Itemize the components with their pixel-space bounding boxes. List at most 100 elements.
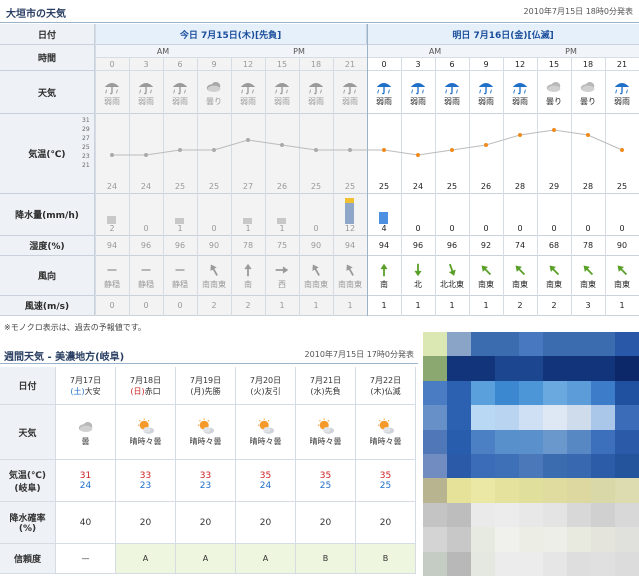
sun-cloud-icon (377, 417, 395, 436)
row-label-weather: 天気 (0, 71, 95, 114)
advertisement-image[interactable] (423, 332, 639, 576)
day-header-tomorrow[interactable]: 明日 7月16日(金)[仏滅] (367, 24, 639, 45)
temperature-point (416, 153, 420, 157)
hour-cell: 18 (299, 58, 333, 71)
weekly-pop-cell: 20 (356, 502, 416, 544)
ad-tile (471, 502, 495, 528)
ad-tile (447, 502, 471, 528)
wind-arrow-icon (239, 261, 257, 279)
humidity-cell: 92 (469, 236, 503, 256)
ad-tile (591, 356, 615, 381)
label-subtext: (%) (18, 524, 37, 534)
ad-tile (615, 502, 639, 528)
precip-cell: 0 (537, 194, 571, 236)
row-label-time: 時間 (0, 45, 95, 71)
precip-bar (107, 216, 116, 224)
weekly-weather-text: 晴時々曇 (369, 436, 402, 446)
cloud-icon (205, 78, 223, 96)
ad-tile (567, 380, 591, 406)
hour-cell: 9 (469, 58, 503, 71)
weekly-date-cell[interactable]: 7月17日 (土)大安 (56, 367, 116, 405)
ad-tile (615, 332, 639, 357)
weather-cell: 弱雨 (605, 71, 639, 114)
label-subtext: (岐阜) (14, 483, 41, 494)
ad-tile (543, 527, 567, 552)
umbrella-rain-icon (341, 78, 359, 96)
ad-tile (519, 527, 543, 552)
weekly-date-cell[interactable]: 7月21日 (水)先負 (296, 367, 356, 405)
weekly-date: 7月18日 (129, 375, 162, 385)
ad-tile (447, 380, 471, 406)
humidity-cell: 90 (197, 236, 231, 256)
wind-arrow-icon (273, 261, 291, 279)
ad-tile (447, 429, 471, 454)
weekly-reliability-cell: A (116, 544, 176, 574)
weather-cell: 曇り (571, 71, 605, 114)
weekly-weekday: (火) (250, 386, 265, 396)
temp-axis-label: 23 (82, 153, 90, 160)
weekly-date-cell[interactable]: 7月20日 (火)友引 (236, 367, 296, 405)
ad-tile (447, 527, 471, 552)
weather-cell: 弱雨 (435, 71, 469, 114)
weekly-weather-text: 晴時々曇 (249, 436, 282, 446)
wind-dir-cell: 静穏 (95, 256, 129, 296)
wind-arrow-icon (341, 261, 359, 279)
weekly-reliability-cell: A (236, 544, 296, 574)
row-label-wind_speed: 風速(m/s) (0, 296, 95, 316)
weekly-title: 週間天気 - 美濃地方(岐阜) (4, 352, 125, 363)
weekly-date-cell[interactable]: 7月18日 (日)赤口 (116, 367, 176, 405)
wind-speed-cell: 1 (367, 296, 401, 316)
ad-tile (471, 453, 495, 479)
weather-cell: 弱雨 (231, 71, 265, 114)
ampm-label: PM (231, 45, 367, 58)
umbrella-rain-icon (511, 78, 529, 96)
wind-dir-text: 南東 (580, 280, 596, 289)
temp-high: 33 (139, 470, 152, 481)
precip-cell: 0 (503, 194, 537, 236)
precip-value: 4 (381, 224, 387, 233)
weekly-pop-cell: 20 (176, 502, 236, 544)
forecast-header: 大垣市の天気 2010年7月15日 18時0分発表 (0, 0, 639, 23)
weekly-temp-cell: 35 25 (356, 460, 416, 502)
weather-text: 曇り (546, 96, 562, 106)
temperature-point (212, 148, 216, 152)
weekly-weather-cell: 晴時々曇 (176, 405, 236, 460)
wind-speed-cell: 2 (537, 296, 571, 316)
wind-dir-text: 南 (380, 280, 388, 289)
ampm-label: PM (503, 45, 639, 58)
wind-dir-cell: 南 (367, 256, 401, 296)
temperature-point (280, 143, 284, 147)
umbrella-rain-icon (137, 78, 155, 96)
temperature-point (178, 148, 182, 152)
ad-tile (543, 429, 567, 454)
wind-speed-cell: 2 (503, 296, 537, 316)
ad-tile (615, 527, 639, 552)
ampm-label: AM (367, 45, 503, 58)
humidity-cell: 78 (571, 236, 605, 256)
weekly-date-cell[interactable]: 7月22日 (木)仏滅 (356, 367, 416, 405)
label-text: 降水確率 (9, 514, 46, 524)
pop-value: 20 (199, 517, 212, 528)
hour-cell: 9 (197, 58, 231, 71)
pop-value: 20 (139, 517, 152, 528)
wind-arrow-icon (375, 261, 393, 279)
humidity-cell: 94 (333, 236, 367, 256)
hour-cell: 3 (129, 58, 163, 71)
ad-tile (567, 478, 591, 503)
temp-high: 31 (79, 470, 92, 481)
weekly-date-cell[interactable]: 7月19日 (月)先勝 (176, 367, 236, 405)
day-header-today[interactable]: 今日 7月15日(木)[先負] (95, 24, 367, 45)
hour-cell: 6 (163, 58, 197, 71)
precip-cell: 0 (299, 194, 333, 236)
ad-tile (519, 551, 543, 576)
row-label-humidity: 湿度(%) (0, 236, 95, 256)
weekly-temp-cell: 35 25 (296, 460, 356, 502)
ad-tile (519, 478, 543, 503)
hour-cell: 6 (435, 58, 469, 71)
precip-cell: 0 (435, 194, 469, 236)
precip-value: 1 (245, 224, 251, 233)
weekly-reliability-cell: A (176, 544, 236, 574)
humidity-cell: 75 (265, 236, 299, 256)
wind-arrow-icon (613, 261, 631, 279)
temp-low: 24 (79, 480, 92, 491)
